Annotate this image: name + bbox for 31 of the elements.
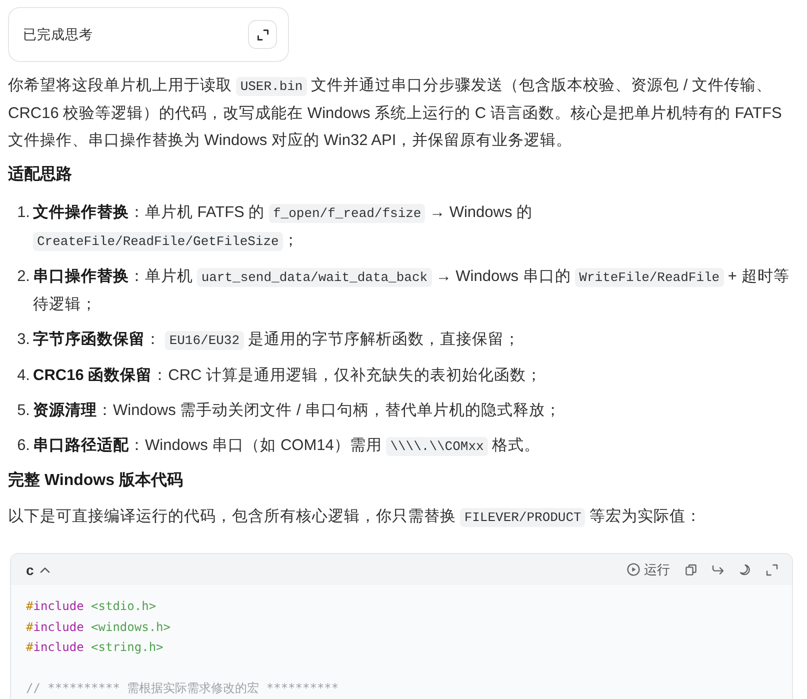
thinking-status-label: 已完成思考 bbox=[23, 26, 93, 44]
play-icon bbox=[627, 563, 640, 576]
code-line: #include <stdio.h> bbox=[26, 598, 158, 615]
paragraph: 以下是可直接编译运行的代码，包含所有核心逻辑，你只需替换 FILEVER/PRODUCT 等宏为实际值： bbox=[8, 507, 703, 529]
list-item-text: 资源清理：Windows 需手动关闭文件 / 串口句柄，替代单片机的隐式释放； bbox=[33, 401, 562, 421]
list-number: 3. bbox=[16, 330, 30, 350]
list-number: 6. bbox=[16, 436, 30, 456]
expand-button[interactable] bbox=[248, 20, 277, 49]
list-item-text: 串口路径适配：Windows 串口（如 COM14）需用 \\\\.\\COMxx 格式。 bbox=[33, 436, 542, 458]
list-item-text: 串口操作替换：单片机 uart_send_data/wait_data_back → Windows 串口的 WriteFile/ReadFile + 超时等待逻辑； bbox=[33, 267, 790, 315]
moon-icon[interactable] bbox=[739, 564, 751, 576]
run-button[interactable]: 运行 bbox=[627, 560, 670, 578]
list-number: 1. bbox=[16, 203, 30, 223]
list-item-text: 文件操作替换：单片机 FATFS 的 f_open/f_read/fsize → Windows 的 CreateFile/ReadFile/GetFileSize ； bbox=[33, 202, 534, 253]
section-heading: 适配思路 bbox=[8, 164, 73, 185]
expand-icon bbox=[256, 28, 268, 40]
section-heading: 完整 Windows 版本代码 bbox=[8, 470, 184, 491]
paragraph: 你希望将这段单片机上用于读取 USER.bin 文件并通过串口分步骤发送（包含版本校验、资源包 / 文件传输、CRC16 校验等逻辑）的代码，改写成能在 Windows 系统上运行的 C 语言函数。核心是把单片机特有的 FATFS 文件操作、串口操作替换为 Windows 对应的 Win32 API，并保留原有业务逻辑。 bbox=[8, 76, 783, 151]
code-line: #include <windows.h> bbox=[26, 618, 172, 636]
list-number: 2. bbox=[16, 267, 30, 287]
list-item-text: 字节序函数保留： EU16/EU32 是通用的字节序解析函数，直接保留； bbox=[33, 330, 521, 352]
code-line: #include <string.h> bbox=[26, 639, 164, 656]
code-line: // ********** 需根据实际需求修改的宏 ********** bbox=[26, 680, 340, 697]
list-number: 5. bbox=[16, 401, 30, 421]
caret-icon[interactable] bbox=[40, 566, 50, 572]
forward-arrow-icon[interactable] bbox=[712, 564, 724, 576]
fullscreen-icon[interactable] bbox=[766, 564, 778, 576]
list-number: 4. bbox=[16, 366, 30, 386]
language-label: c bbox=[26, 562, 34, 578]
list-item-text: CRC16 函数保留：CRC 计算是通用逻辑，仅补充缺失的表初始化函数； bbox=[33, 366, 544, 386]
copy-icon[interactable] bbox=[685, 564, 697, 576]
